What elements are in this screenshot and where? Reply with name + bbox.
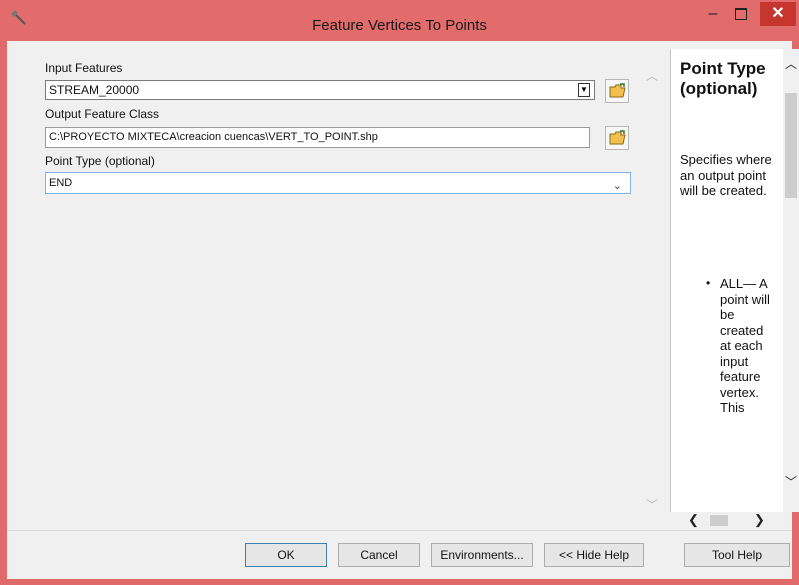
chevron-down-icon: ⌄ <box>612 180 622 192</box>
input-features-label: Input Features <box>45 61 123 75</box>
params-scroll-up-icon[interactable]: ︿ <box>646 67 658 84</box>
help-scroll-thumb[interactable] <box>785 93 797 198</box>
dropdown-arrow-icon[interactable]: ▼ <box>578 83 590 97</box>
input-features-value: STREAM_20000 <box>49 83 140 97</box>
maximize-button[interactable] <box>728 4 754 24</box>
cancel-button[interactable]: Cancel <box>338 543 420 567</box>
maximize-icon <box>735 8 747 20</box>
bullet-icon: • <box>706 276 711 290</box>
point-type-value: END <box>49 177 73 189</box>
help-horizontal-scrollbar[interactable]: ❮ ❯ <box>670 512 783 529</box>
help-bullet-text: ALL— A point will be created at each inp… <box>720 276 770 415</box>
title-bar: Feature Vertices To Points – ✕ <box>0 0 799 41</box>
scroll-left-icon[interactable]: ❮ <box>688 512 699 528</box>
help-description: Specifies where an output point will be … <box>680 152 772 198</box>
environments-button[interactable]: Environments... <box>431 543 533 567</box>
ok-button[interactable]: OK <box>245 543 327 567</box>
open-folder-icon <box>609 83 626 98</box>
open-folder-icon <box>609 130 626 145</box>
hide-help-button[interactable]: << Hide Help <box>544 543 644 567</box>
tool-help-button[interactable]: Tool Help <box>684 543 790 567</box>
output-feature-class-input[interactable]: C:\PROYECTO MIXTECA\creacion cuencas\VER… <box>45 127 590 148</box>
point-type-select[interactable]: END ⌄ <box>45 172 631 194</box>
help-vertical-scrollbar[interactable]: ︿ ﹀ <box>783 49 799 512</box>
minimize-button[interactable]: – <box>700 4 726 24</box>
help-pane: Point Type (optional) Specifies where an… <box>670 49 784 512</box>
input-browse-button[interactable] <box>605 79 629 103</box>
close-button[interactable]: ✕ <box>760 2 796 26</box>
scroll-up-icon[interactable]: ︿ <box>783 55 799 72</box>
tool-dialog-window: Feature Vertices To Points – ✕ Input Fea… <box>0 0 799 585</box>
input-features-combo[interactable]: STREAM_20000 ▼ <box>45 80 595 100</box>
window-title: Feature Vertices To Points <box>312 17 487 34</box>
scroll-right-icon[interactable]: ❯ <box>754 512 765 528</box>
scroll-down-icon[interactable]: ﹀ <box>783 473 799 490</box>
help-title: Point Type (optional) <box>680 59 766 98</box>
point-type-label: Point Type (optional) <box>45 154 155 168</box>
params-scroll-down-icon[interactable]: ﹀ <box>646 496 658 513</box>
output-browse-button[interactable] <box>605 126 629 150</box>
output-feature-class-label: Output Feature Class <box>45 107 160 121</box>
help-hscroll-thumb[interactable] <box>710 515 728 526</box>
